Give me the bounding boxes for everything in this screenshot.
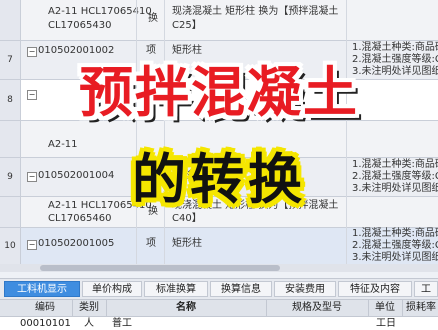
col-header-code: 编码 <box>35 302 55 313</box>
col-header-unit: 单位 <box>375 302 395 313</box>
item-desc-3: 3.未注明处详见图纸 <box>352 252 438 263</box>
col-header-name: 名称 <box>176 302 196 313</box>
horizontal-scrollbar[interactable] <box>0 264 438 272</box>
detail-type: 人 <box>84 318 94 329</box>
col-header-type: 类别 <box>79 302 99 313</box>
sub-item-row[interactable]: A2-11 HCL17065410 CL17065430 换 现浇混凝土 矩形柱… <box>0 0 438 41</box>
item-type: 换 <box>148 13 158 24</box>
item-name-cont: C40】 <box>172 213 202 224</box>
tab-conversion-info[interactable]: 换算信息 <box>210 281 272 297</box>
detail-code: 00010101 <box>20 318 71 329</box>
item-name-cont: C25】 <box>172 20 202 31</box>
col-header-spec: 规格及型号 <box>292 302 342 313</box>
item-code: 010502001005 <box>38 238 115 249</box>
item-code-cont: CL17065430 <box>48 20 112 31</box>
tab-features[interactable]: 特征及内容 <box>338 281 412 297</box>
tab-material-display[interactable]: 工料机显示 <box>4 281 80 297</box>
row-number: 10 <box>4 241 16 251</box>
overlay-title: 预拌混凝土 <box>79 61 359 124</box>
item-desc-2: 2.混凝土强度等级:C <box>352 240 438 251</box>
tab-install-fee[interactable]: 安装费用 <box>274 281 336 297</box>
collapse-toggle-icon[interactable]: − <box>27 240 37 250</box>
bill-item-row[interactable]: 10 − 010502001005 项 矩形柱 1.混凝土种类:商品砼 2.混凝… <box>0 228 438 265</box>
overlay-subtitle: 的转换 <box>132 148 306 211</box>
detail-table-row[interactable]: 00010101 人 普工 工日 <box>0 317 438 330</box>
tab-unit-price[interactable]: 单价构成 <box>82 281 142 297</box>
bottom-tab-bar: 工料机显示 单价构成 标准换算 换算信息 安装费用 特征及内容 工 <box>0 278 438 299</box>
item-name: 矩形柱 <box>172 238 202 249</box>
item-code-cont: CL17065460 <box>48 213 112 224</box>
item-type: 项 <box>146 238 156 249</box>
item-desc-1: 1.混凝土种类:商品砼 <box>352 228 438 239</box>
detail-unit: 工日 <box>376 318 396 329</box>
tab-standard-conversion[interactable]: 标准换算 <box>144 281 208 297</box>
detail-name: 普工 <box>112 318 132 329</box>
scrollbar-thumb[interactable] <box>40 265 280 271</box>
col-header-loss: 损耗率 <box>406 302 436 313</box>
item-name: 现浇混凝土 矩形柱 换为【预拌混凝土 <box>172 6 339 17</box>
detail-table-header: 编码 类别 名称 规格及型号 单位 损耗率 <box>0 299 438 317</box>
tab-more[interactable]: 工 <box>414 281 438 297</box>
